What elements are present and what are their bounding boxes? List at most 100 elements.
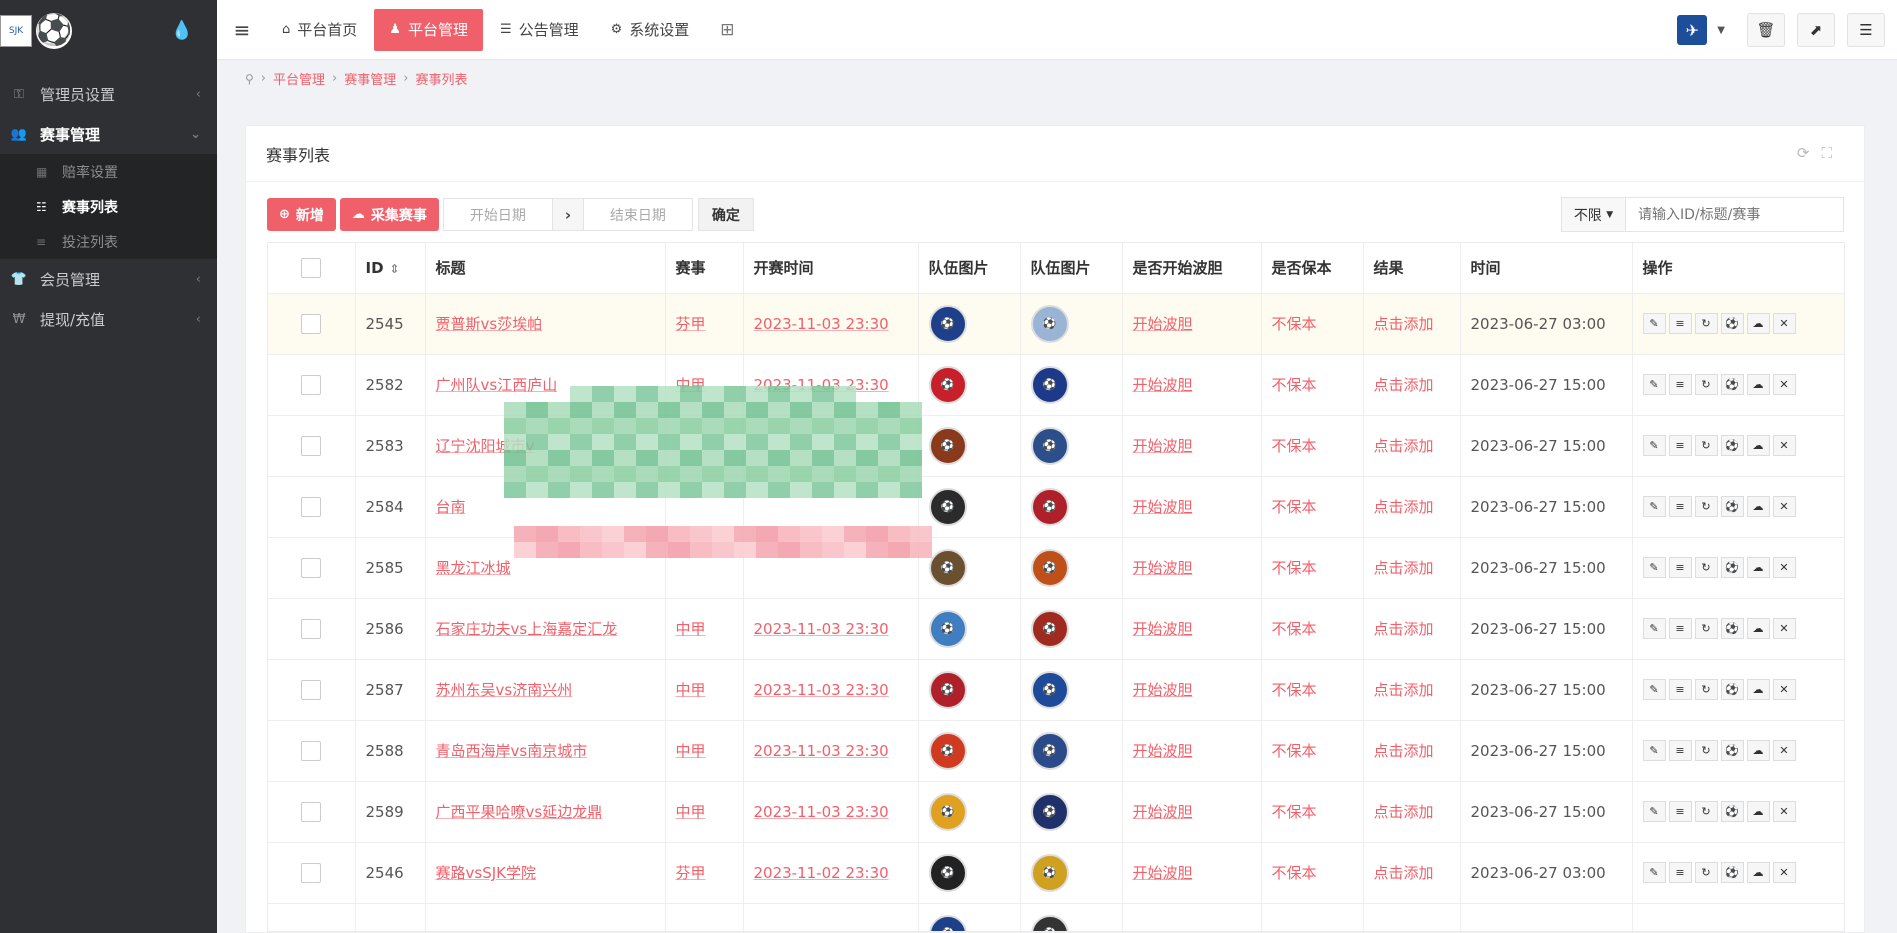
add-result-link[interactable]: 点击添加	[1374, 315, 1434, 333]
ball-icon[interactable]: ⚽	[1720, 313, 1744, 334]
close-icon[interactable]: ✕	[1772, 313, 1796, 334]
list-icon[interactable]: ≡	[1668, 374, 1692, 395]
edit-icon[interactable]: ✎	[1642, 374, 1666, 395]
ball-icon[interactable]: ⚽	[1720, 740, 1744, 761]
league-link[interactable]: 中甲	[676, 376, 706, 394]
tab-system-settings[interactable]: ⚙ 系统设置	[596, 9, 705, 51]
match-title-link[interactable]: 赛路vsSJK学院	[436, 864, 536, 882]
ball-icon[interactable]: ⚽	[1720, 862, 1744, 883]
match-title-link[interactable]: 青岛西海岸vs南京城市	[436, 742, 588, 760]
cloud-icon[interactable]: ☁	[1746, 496, 1770, 517]
confirm-button[interactable]: 确定	[697, 198, 754, 231]
match-title-link[interactable]: 黑龙江冰城	[436, 559, 511, 577]
collect-matches-button[interactable]: ☁ 采集赛事	[339, 198, 439, 231]
table-row[interactable]: 2546 赛路vsSJK学院 芬甲 2023-11-02 23:30 ⚽ ⚽ 开始波胆 不保本…	[268, 842, 1844, 904]
ball-icon[interactable]: ⚽	[1720, 801, 1744, 822]
add-button[interactable]: ⊕ 新增	[267, 198, 336, 231]
bodan-link[interactable]: 开始波胆	[1133, 376, 1193, 394]
bodan-link[interactable]: 开始波胆	[1133, 864, 1193, 882]
select-all-checkbox[interactable]	[301, 257, 321, 278]
edit-icon[interactable]: ✎	[1642, 435, 1666, 456]
close-icon[interactable]: ✕	[1772, 679, 1796, 700]
match-title-link[interactable]: 台南	[436, 498, 466, 516]
menu-admin-settings[interactable]: ⚿ 管理员设置 ‹	[0, 74, 217, 114]
apps-grid-icon[interactable]: ⊞	[720, 20, 734, 40]
row-checkbox[interactable]	[301, 740, 321, 761]
tab-platform-management[interactable]: ♟ 平台管理	[374, 8, 483, 51]
close-icon[interactable]: ✕	[1772, 374, 1796, 395]
refresh-icon[interactable]: ↻	[1694, 313, 1718, 334]
menu-withdraw-recharge[interactable]: ₩ 提现/充值 ‹	[0, 299, 217, 339]
list-icon[interactable]: ≡	[1668, 862, 1692, 883]
start-time-link[interactable]: 2023-11-03 23:30	[754, 376, 889, 394]
add-result-link[interactable]: 点击添加	[1374, 803, 1434, 821]
edit-icon[interactable]: ✎	[1642, 313, 1666, 334]
close-icon[interactable]: ✕	[1772, 801, 1796, 822]
table-row[interactable]: 2584 台南 ⚽ ⚽ 开始波胆 不保本 点击添加 2023-06-27 15:00 ✎ ≡ ↻ ⚽ ☁…	[268, 476, 1844, 538]
table-row[interactable]: ⚽⚽	[268, 903, 1844, 931]
breadcrumb-item[interactable]: 平台管理	[273, 69, 325, 88]
column-header-id[interactable]: ID ⇕	[355, 243, 426, 294]
league-link[interactable]: 中甲	[676, 803, 706, 821]
refresh-icon[interactable]: ↻	[1694, 496, 1718, 517]
match-title-link[interactable]: 广州队vs江西庐山	[436, 376, 558, 394]
match-title-link[interactable]: 辽宁沈阳城市v	[436, 437, 535, 455]
edit-icon[interactable]: ✎	[1642, 557, 1666, 578]
close-icon[interactable]: ✕	[1772, 740, 1796, 761]
cloud-icon[interactable]: ☁	[1746, 618, 1770, 639]
close-icon[interactable]: ✕	[1772, 557, 1796, 578]
ball-icon[interactable]: ⚽	[1720, 496, 1744, 517]
cloud-icon[interactable]: ☁	[1746, 435, 1770, 456]
edit-icon[interactable]: ✎	[1642, 679, 1666, 700]
bodan-link[interactable]: 开始波胆	[1133, 803, 1193, 821]
row-checkbox[interactable]	[301, 801, 321, 822]
list-icon[interactable]: ≡	[1668, 679, 1692, 700]
edit-icon[interactable]: ✎	[1642, 740, 1666, 761]
league-link[interactable]: 中甲	[676, 681, 706, 699]
edit-icon[interactable]: ✎	[1642, 801, 1666, 822]
bodan-link[interactable]: 开始波胆	[1133, 315, 1193, 333]
match-title-link[interactable]: 苏州东吴vs济南兴州	[436, 681, 573, 699]
search-input[interactable]	[1626, 197, 1844, 232]
add-result-link[interactable]: 点击添加	[1374, 864, 1434, 882]
bodan-link[interactable]: 开始波胆	[1133, 559, 1193, 577]
hamburger-icon[interactable]: ≡	[217, 18, 267, 42]
start-time-link[interactable]: 2023-11-03 23:30	[754, 315, 889, 333]
breadcrumb-item[interactable]: 赛事列表	[415, 69, 467, 88]
list-icon[interactable]: ≡	[1668, 618, 1692, 639]
close-icon[interactable]: ✕	[1772, 862, 1796, 883]
league-link[interactable]: 芬甲	[676, 315, 706, 333]
row-checkbox[interactable]	[301, 862, 321, 883]
table-row[interactable]: 2587 苏州东吴vs济南兴州 中甲 2023-11-03 23:30 ⚽ ⚽ 开始波胆 不保…	[268, 659, 1844, 721]
bodan-link[interactable]: 开始波胆	[1133, 437, 1193, 455]
ball-icon[interactable]: ⚽	[1720, 557, 1744, 578]
table-row[interactable]: 2583 辽宁沈阳城市v ⚽ ⚽ 开始波胆 不保本 点击添加 2023-06-27 15:00…	[268, 415, 1844, 477]
start-time-link[interactable]: 2023-11-02 23:30	[754, 864, 889, 882]
cloud-icon[interactable]: ☁	[1746, 862, 1770, 883]
cloud-icon[interactable]: ☁	[1746, 801, 1770, 822]
list-icon[interactable]: ≡	[1668, 313, 1692, 334]
row-checkbox[interactable]	[301, 374, 321, 395]
menu-member-management[interactable]: 👕 会员管理 ‹	[0, 259, 217, 299]
start-time-link[interactable]: 2023-11-03 23:30	[754, 620, 889, 638]
end-date-input[interactable]: 结束日期	[582, 198, 693, 231]
caret-down-icon[interactable]: ▼	[1717, 25, 1725, 36]
list-icon[interactable]: ≡	[1668, 557, 1692, 578]
bodan-link[interactable]: 开始波胆	[1133, 498, 1193, 516]
refresh-icon[interactable]: ↻	[1694, 557, 1718, 578]
list-icon[interactable]: ≡	[1668, 435, 1692, 456]
start-date-input[interactable]: 开始日期	[442, 198, 553, 231]
table-row[interactable]: 2589 广西平果哈嘹vs延边龙鼎 中甲 2023-11-03 23:30 ⚽ ⚽ 开始波胆…	[268, 781, 1844, 843]
add-result-link[interactable]: 点击添加	[1374, 437, 1434, 455]
league-link[interactable]: 中甲	[676, 620, 706, 638]
table-row[interactable]: 2545 贾普斯vs莎埃帕 芬甲 2023-11-03 23:30 ⚽ ⚽ 开始波胆 不保本 点…	[268, 293, 1844, 355]
row-checkbox[interactable]	[301, 313, 321, 334]
row-checkbox[interactable]	[301, 557, 321, 578]
refresh-icon[interactable]: ⟳	[1797, 144, 1822, 162]
row-checkbox[interactable]	[301, 679, 321, 700]
refresh-icon[interactable]: ↻	[1694, 679, 1718, 700]
start-time-link[interactable]: 2023-11-03 23:30	[754, 742, 889, 760]
league-link[interactable]: 中甲	[676, 742, 706, 760]
menu-match-management[interactable]: 👥 赛事管理 ⌄	[0, 114, 217, 154]
filter-select[interactable]: 不限 ▼	[1561, 197, 1626, 232]
